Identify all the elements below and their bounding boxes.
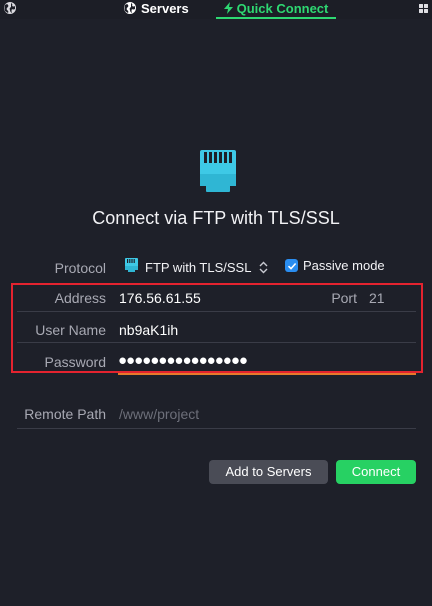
quick-connect-window: Servers Quick Connect Connect via FTP wi… bbox=[0, 0, 432, 606]
password-focus-underline bbox=[118, 373, 416, 375]
ethernet-port-icon bbox=[124, 258, 139, 276]
remote-path-field[interactable]: /www/project bbox=[119, 406, 199, 422]
passive-mode-label: Passive mode bbox=[303, 258, 385, 273]
lightning-icon bbox=[223, 1, 233, 18]
page-title: Connect via FTP with TLS/SSL bbox=[92, 208, 340, 228]
protocol-value: FTP with TLS/SSL bbox=[145, 259, 252, 275]
globe-icon bbox=[124, 2, 136, 14]
globe-icon[interactable] bbox=[4, 2, 16, 14]
connect-button[interactable]: Connect bbox=[336, 460, 416, 484]
tab-servers-label: Servers bbox=[141, 1, 189, 16]
tab-quick-connect[interactable]: Quick Connect bbox=[216, 0, 336, 19]
chevron-updown-icon bbox=[259, 261, 268, 274]
protocol-label: Protocol bbox=[54, 260, 106, 276]
add-to-servers-button[interactable]: Add to Servers bbox=[209, 460, 328, 484]
tab-quick-connect-label: Quick Connect bbox=[236, 1, 329, 16]
ethernet-port-icon bbox=[198, 150, 238, 194]
passive-mode-checkbox[interactable]: Passive mode bbox=[285, 258, 385, 273]
divider bbox=[17, 428, 416, 429]
tab-servers[interactable]: Servers bbox=[124, 0, 189, 19]
protocol-select[interactable]: FTP with TLS/SSL bbox=[124, 257, 268, 277]
tab-bar: Servers Quick Connect bbox=[0, 0, 432, 19]
grid-icon[interactable] bbox=[419, 4, 428, 13]
checkmark-icon bbox=[285, 259, 298, 272]
credentials-highlight bbox=[11, 283, 423, 373]
remote-path-label: Remote Path bbox=[24, 406, 106, 422]
